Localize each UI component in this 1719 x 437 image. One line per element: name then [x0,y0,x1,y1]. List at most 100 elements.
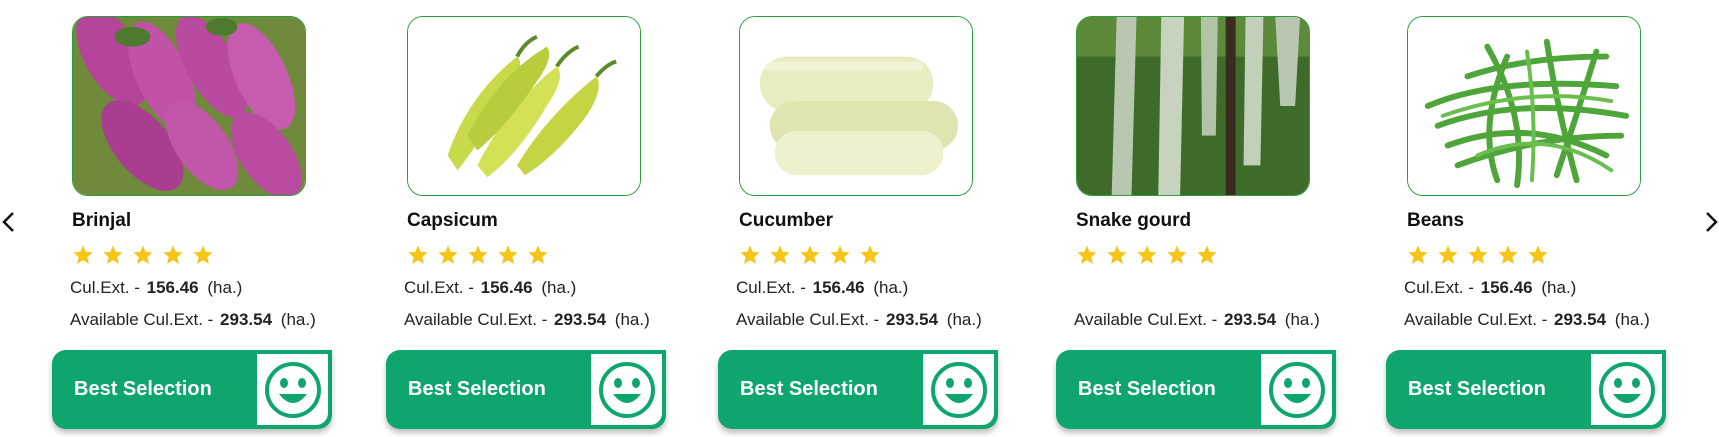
star-icon [528,245,548,264]
smiley-icon [1591,354,1662,425]
product-name: Beans [1407,210,1465,231]
star-icon [800,245,820,264]
avail-label: Available Cul.Ext. - [1074,310,1218,329]
avail-value: 293.54 [1224,310,1277,329]
product-image-cucumber [739,16,973,196]
star-rating [1076,244,1218,266]
star-icon [1408,245,1428,264]
star-icon [498,245,518,264]
star-icon [1077,245,1097,264]
cultivation-extent: Cul.Ext. - 156.46 (ha.) [70,278,242,298]
avail-label: Available Cul.Ext. - [70,310,214,329]
star-icon [830,245,850,264]
cul-label: Cul.Ext. - [404,278,474,297]
avail-label: Available Cul.Ext. - [736,310,880,329]
best-selection-label: Best Selection [1078,378,1216,400]
best-selection-label: Best Selection [74,378,212,400]
star-icon [860,245,880,264]
product-name: Brinjal [72,210,132,231]
cul-unit: (ha.) [1541,278,1577,297]
cul-label: Cul.Ext. - [1404,278,1474,297]
cul-unit: (ha.) [873,278,909,297]
best-selection-button[interactable]: Best Selection [718,350,998,429]
avail-value: 293.54 [1554,310,1607,329]
available-cultivation-extent: Available Cul.Ext. - 293.54 (ha.) [404,310,650,330]
star-icon [1137,245,1157,264]
star-icon [1498,245,1518,264]
product-image-capsicum [407,16,641,196]
star-icon [740,245,760,264]
star-icon [1438,245,1458,264]
best-selection-label: Best Selection [740,378,878,400]
smiley-icon [257,354,328,425]
product-card-brinjal[interactable]: Brinjal Cul.Ext. - 156.46 (ha.) Availabl… [52,16,352,431]
cul-value: 156.46 [146,278,199,297]
available-cultivation-extent: Available Cul.Ext. - 293.54 (ha.) [1404,310,1650,330]
product-image-beans [1407,16,1641,196]
cul-label: Cul.Ext. - [70,278,140,297]
available-cultivation-extent: Available Cul.Ext. - 293.54 (ha.) [736,310,982,330]
star-rating [739,244,881,266]
star-icon [1167,245,1187,264]
available-cultivation-extent: Available Cul.Ext. - 293.54 (ha.) [1074,310,1320,330]
best-selection-label: Best Selection [408,378,546,400]
star-icon [408,245,428,264]
avail-unit: (ha.) [946,310,982,329]
cul-unit: (ha.) [207,278,243,297]
carousel-prev-button[interactable] [0,208,20,236]
star-icon [1107,245,1127,264]
cul-value: 156.46 [1480,278,1533,297]
star-icon [73,245,93,264]
product-card-capsicum[interactable]: Capsicum Cul.Ext. - 156.46 (ha.) Availab… [386,16,686,431]
product-name: Capsicum [407,210,498,231]
cul-label: Cul.Ext. - [736,278,806,297]
avail-label: Available Cul.Ext. - [404,310,548,329]
star-icon [468,245,488,264]
star-icon [1197,245,1217,264]
avail-unit: (ha.) [614,310,650,329]
product-card-beans[interactable]: Beans Cul.Ext. - 156.46 (ha.) Available … [1386,16,1686,431]
carousel-next-button[interactable] [1700,208,1719,236]
cul-unit: (ha.) [541,278,577,297]
avail-unit: (ha.) [1284,310,1320,329]
best-selection-label: Best Selection [1408,378,1546,400]
star-icon [133,245,153,264]
star-icon [103,245,123,264]
product-carousel: Brinjal Cul.Ext. - 156.46 (ha.) Availabl… [0,0,1719,437]
star-icon [1528,245,1548,264]
star-rating [407,244,549,266]
avail-value: 293.54 [554,310,607,329]
available-cultivation-extent: Available Cul.Ext. - 293.54 (ha.) [70,310,316,330]
star-icon [438,245,458,264]
cul-value: 156.46 [480,278,533,297]
best-selection-button[interactable]: Best Selection [386,350,666,429]
product-card-snake-gourd[interactable]: Snake gourd Available Cul.Ext. - 293.54 … [1056,16,1356,431]
product-image-snake-gourd [1076,16,1310,196]
chevron-left-icon [2,212,14,232]
product-name: Snake gourd [1076,210,1192,231]
star-rating [72,244,214,266]
smiley-icon [591,354,662,425]
star-icon [163,245,183,264]
avail-value: 293.54 [220,310,273,329]
avail-unit: (ha.) [1614,310,1650,329]
avail-label: Available Cul.Ext. - [1404,310,1548,329]
avail-value: 293.54 [886,310,939,329]
chevron-right-icon [1706,212,1718,232]
cultivation-extent: Cul.Ext. - 156.46 (ha.) [736,278,908,298]
best-selection-button[interactable]: Best Selection [1386,350,1666,429]
star-rating [1407,244,1549,266]
smiley-icon [1261,354,1332,425]
product-image-brinjal [72,16,306,196]
cul-value: 156.46 [812,278,865,297]
cultivation-extent: Cul.Ext. - 156.46 (ha.) [404,278,576,298]
cultivation-extent: Cul.Ext. - 156.46 (ha.) [1404,278,1576,298]
smiley-icon [923,354,994,425]
avail-unit: (ha.) [280,310,316,329]
star-icon [770,245,790,264]
star-icon [1468,245,1488,264]
star-icon [193,245,213,264]
best-selection-button[interactable]: Best Selection [52,350,332,429]
product-card-cucumber[interactable]: Cucumber Cul.Ext. - 156.46 (ha.) Availab… [718,16,1018,431]
best-selection-button[interactable]: Best Selection [1056,350,1336,429]
